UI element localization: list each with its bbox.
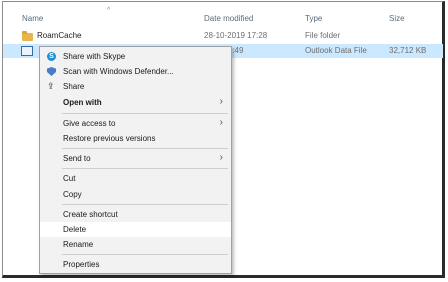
- column-header-date-modified[interactable]: Date modified: [204, 14, 253, 23]
- file-row-roamcache[interactable]: RoamCache 28-10-2019 17:28 File folder: [3, 29, 443, 43]
- menu-item-label: Send to: [63, 154, 91, 163]
- chevron-right-icon: ›: [219, 96, 223, 107]
- menu-item-label: Restore previous versions: [63, 134, 156, 143]
- menu-item-delete[interactable]: Delete: [40, 222, 231, 237]
- file-size: 32,712 KB: [389, 46, 427, 55]
- menu-item-give-access-to[interactable]: Give access to ›: [40, 116, 231, 131]
- outlook-data-file-icon: [21, 46, 33, 56]
- menu-item-label: Share: [63, 82, 85, 91]
- menu-item-scan-with-windows-defender[interactable]: Scan with Windows Defender...: [40, 64, 231, 79]
- menu-item-label: Properties: [63, 260, 100, 269]
- menu-separator: [62, 148, 228, 149]
- chevron-right-icon: ›: [219, 152, 223, 163]
- skype-icon: S: [47, 52, 56, 61]
- menu-item-label: Scan with Windows Defender...: [63, 67, 174, 76]
- menu-item-create-shortcut[interactable]: Create shortcut: [40, 207, 231, 222]
- column-header-size[interactable]: Size: [389, 14, 405, 23]
- windows-defender-icon: [47, 67, 56, 76]
- folder-icon: [22, 31, 33, 41]
- menu-item-label: Rename: [63, 240, 94, 249]
- share-icon: ⇪: [47, 81, 55, 91]
- column-header-type[interactable]: Type: [305, 14, 322, 23]
- menu-item-share[interactable]: ⇪ Share: [40, 79, 231, 94]
- menu-separator: [62, 113, 228, 114]
- menu-separator: [62, 168, 228, 169]
- file-explorer-window: ^ Name Date modified Type Size RoamCache…: [2, 1, 445, 278]
- menu-item-share-with-skype[interactable]: S Share with Skype: [40, 49, 231, 64]
- file-name: RoamCache: [37, 31, 82, 40]
- context-menu: S Share with Skype Scan with Windows Def…: [39, 46, 232, 274]
- menu-item-restore-previous-versions[interactable]: Restore previous versions: [40, 131, 231, 146]
- menu-item-label: Share with Skype: [63, 52, 126, 61]
- menu-item-open-with[interactable]: Open with ›: [40, 95, 231, 110]
- menu-item-label: Copy: [63, 190, 82, 199]
- file-type: Outlook Data File: [305, 46, 367, 55]
- menu-item-copy[interactable]: Copy: [40, 187, 231, 202]
- menu-item-send-to[interactable]: Send to ›: [40, 151, 231, 166]
- file-date: 28-10-2019 17:28: [204, 31, 268, 40]
- menu-item-cut[interactable]: Cut: [40, 171, 231, 186]
- menu-item-label: Open with: [63, 98, 102, 107]
- sort-ascending-icon[interactable]: ^: [107, 7, 110, 14]
- file-type: File folder: [305, 31, 341, 40]
- column-header-name[interactable]: Name: [22, 14, 43, 23]
- menu-separator: [62, 254, 228, 255]
- menu-separator: [62, 204, 228, 205]
- menu-item-label: Delete: [63, 225, 87, 234]
- menu-item-label: Cut: [63, 174, 76, 183]
- menu-item-properties[interactable]: Properties: [40, 257, 231, 272]
- menu-item-rename[interactable]: Rename: [40, 237, 231, 252]
- menu-item-label: Give access to: [63, 119, 116, 128]
- menu-item-label: Create shortcut: [63, 210, 118, 219]
- chevron-right-icon: ›: [219, 117, 223, 128]
